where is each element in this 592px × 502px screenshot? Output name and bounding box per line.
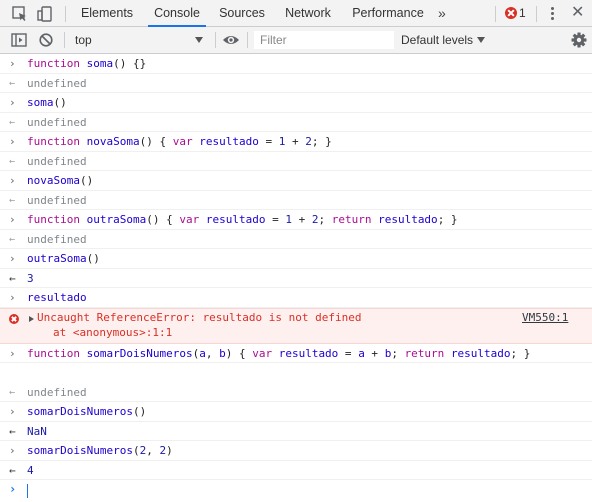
console-toolbar: top Default levels: [0, 27, 592, 54]
console-result-row: ← 4: [0, 461, 592, 480]
result-arrow-icon: ←: [9, 271, 16, 285]
console-input-row: › function outraSoma() { var resultado = …: [0, 210, 592, 230]
console-result-text: undefined: [27, 76, 87, 90]
console-command-text: somarDoisNumeros(2, 2): [27, 444, 173, 457]
console-blank-row: [0, 363, 592, 383]
console-result-text: undefined: [27, 193, 87, 207]
error-message: Uncaught ReferenceError: resultado is no…: [0, 307, 592, 344]
expand-triangle-icon[interactable]: [29, 315, 34, 322]
eye-icon[interactable]: [221, 31, 241, 49]
console-messages: › function soma() {} ← undefined › soma() ← und…: [0, 54, 592, 502]
result-arrow-icon: ←: [9, 386, 16, 398]
console-result-row: ← undefined: [0, 191, 592, 210]
console-command-text: function outraSoma() { var resultado = 1…: [27, 213, 458, 226]
console-prompt[interactable]: ›: [0, 480, 592, 502]
result-arrow-icon: ←: [9, 77, 16, 89]
console-command-text: novaSoma(): [27, 174, 94, 187]
console-input-row: › soma(): [0, 93, 592, 113]
console-input-row: › novaSoma(): [0, 171, 592, 191]
console-input-row: › resultado: [0, 288, 592, 308]
tab-console[interactable]: Console: [148, 0, 206, 27]
source-link[interactable]: VM550:1: [522, 310, 568, 326]
tab-sources[interactable]: Sources: [214, 0, 270, 26]
console-result-row: ← 3: [0, 269, 592, 288]
console-command-text: outraSoma(): [27, 252, 100, 265]
log-levels-select[interactable]: Default levels: [401, 27, 473, 53]
input-chevron-icon: ›: [9, 57, 16, 70]
error-stack: at <anonymous>:1:1: [53, 325, 173, 339]
input-chevron-icon: ›: [9, 213, 16, 226]
toolbar-divider: [247, 32, 248, 48]
result-arrow-icon: ←: [9, 424, 16, 438]
input-chevron-icon: ›: [9, 291, 16, 304]
result-arrow-icon: ←: [9, 194, 16, 206]
console-result-text: undefined: [27, 115, 87, 129]
result-arrow-icon: ←: [9, 463, 16, 477]
input-chevron-icon: ›: [9, 444, 16, 457]
console-input-row: › somarDoisNumeros(2, 2): [0, 441, 592, 461]
console-result-row: ← undefined: [0, 74, 592, 93]
result-arrow-icon: ←: [9, 233, 16, 245]
console-result-text: undefined: [27, 232, 87, 246]
console-result-text: undefined: [27, 385, 87, 399]
sidebar-toggle-icon[interactable]: [10, 31, 28, 49]
error-badge-icon[interactable]: [505, 7, 517, 19]
execution-context-select[interactable]: top: [75, 27, 92, 53]
console-result-row: ← undefined: [0, 113, 592, 132]
toolbar-divider: [215, 32, 216, 48]
device-toolbar-icon[interactable]: [36, 5, 54, 23]
input-chevron-icon: ›: [9, 252, 16, 265]
console-command-text: function soma() {}: [27, 57, 147, 70]
error-icon: [9, 313, 19, 324]
console-command-text: resultado: [27, 291, 87, 304]
error-text: Uncaught ReferenceError: resultado is no…: [37, 310, 362, 324]
tab-network[interactable]: Network: [280, 0, 336, 26]
console-input-row: › function somarDoisNumeros(a, b) { var r…: [0, 344, 592, 363]
console-command-text: somarDoisNumeros(): [27, 405, 147, 418]
console-result-text: 3: [27, 271, 34, 285]
console-input-row: › function novaSoma() { var resultado = 1…: [0, 132, 592, 152]
chevron-down-icon[interactable]: [477, 37, 485, 43]
devtools-tabbar: Elements Console Sources Network Perform…: [0, 0, 592, 27]
gear-icon[interactable]: [570, 31, 588, 49]
console-result-row: ← undefined: [0, 383, 592, 402]
tab-performance[interactable]: Performance: [348, 0, 428, 26]
toolbar-divider: [64, 32, 65, 48]
console-result-row: ← undefined: [0, 230, 592, 249]
input-chevron-icon: ›: [9, 96, 16, 109]
toolbar-divider: [536, 6, 537, 22]
input-chevron-icon: ›: [9, 346, 16, 360]
more-options-icon[interactable]: [548, 6, 556, 22]
console-command-text: soma(): [27, 96, 67, 109]
tab-elements[interactable]: Elements: [75, 0, 139, 26]
toolbar-divider: [65, 6, 66, 22]
console-result-row: ← undefined: [0, 152, 592, 171]
console-result-text: undefined: [27, 154, 87, 168]
input-chevron-icon: ›: [9, 174, 16, 187]
input-chevron-icon: ›: [9, 135, 16, 148]
close-icon[interactable]: ✕: [571, 5, 584, 21]
console-input-row: › function soma() {}: [0, 54, 592, 74]
result-arrow-icon: ←: [9, 116, 16, 128]
result-arrow-icon: ←: [9, 155, 16, 167]
console-input-row: › somarDoisNumeros(): [0, 402, 592, 422]
input-chevron-icon: ›: [9, 405, 16, 418]
console-command-text: function somarDoisNumeros(a, b) { var re…: [27, 346, 531, 360]
more-tabs-button[interactable]: »: [438, 0, 446, 26]
chevron-down-icon[interactable]: [195, 37, 203, 43]
filter-input[interactable]: [254, 31, 394, 49]
console-result-text: 4: [27, 463, 34, 477]
console-result-row: ← NaN: [0, 422, 592, 441]
toolbar-divider: [495, 6, 496, 22]
error-count[interactable]: 1: [519, 0, 526, 27]
console-result-text: NaN: [27, 424, 47, 438]
clear-console-icon[interactable]: [37, 31, 55, 49]
console-input-row: › outraSoma(): [0, 249, 592, 269]
inspect-element-icon[interactable]: [11, 5, 29, 23]
text-caret: [27, 484, 28, 498]
console-command-text: function novaSoma() { var resultado = 1 …: [27, 135, 332, 148]
